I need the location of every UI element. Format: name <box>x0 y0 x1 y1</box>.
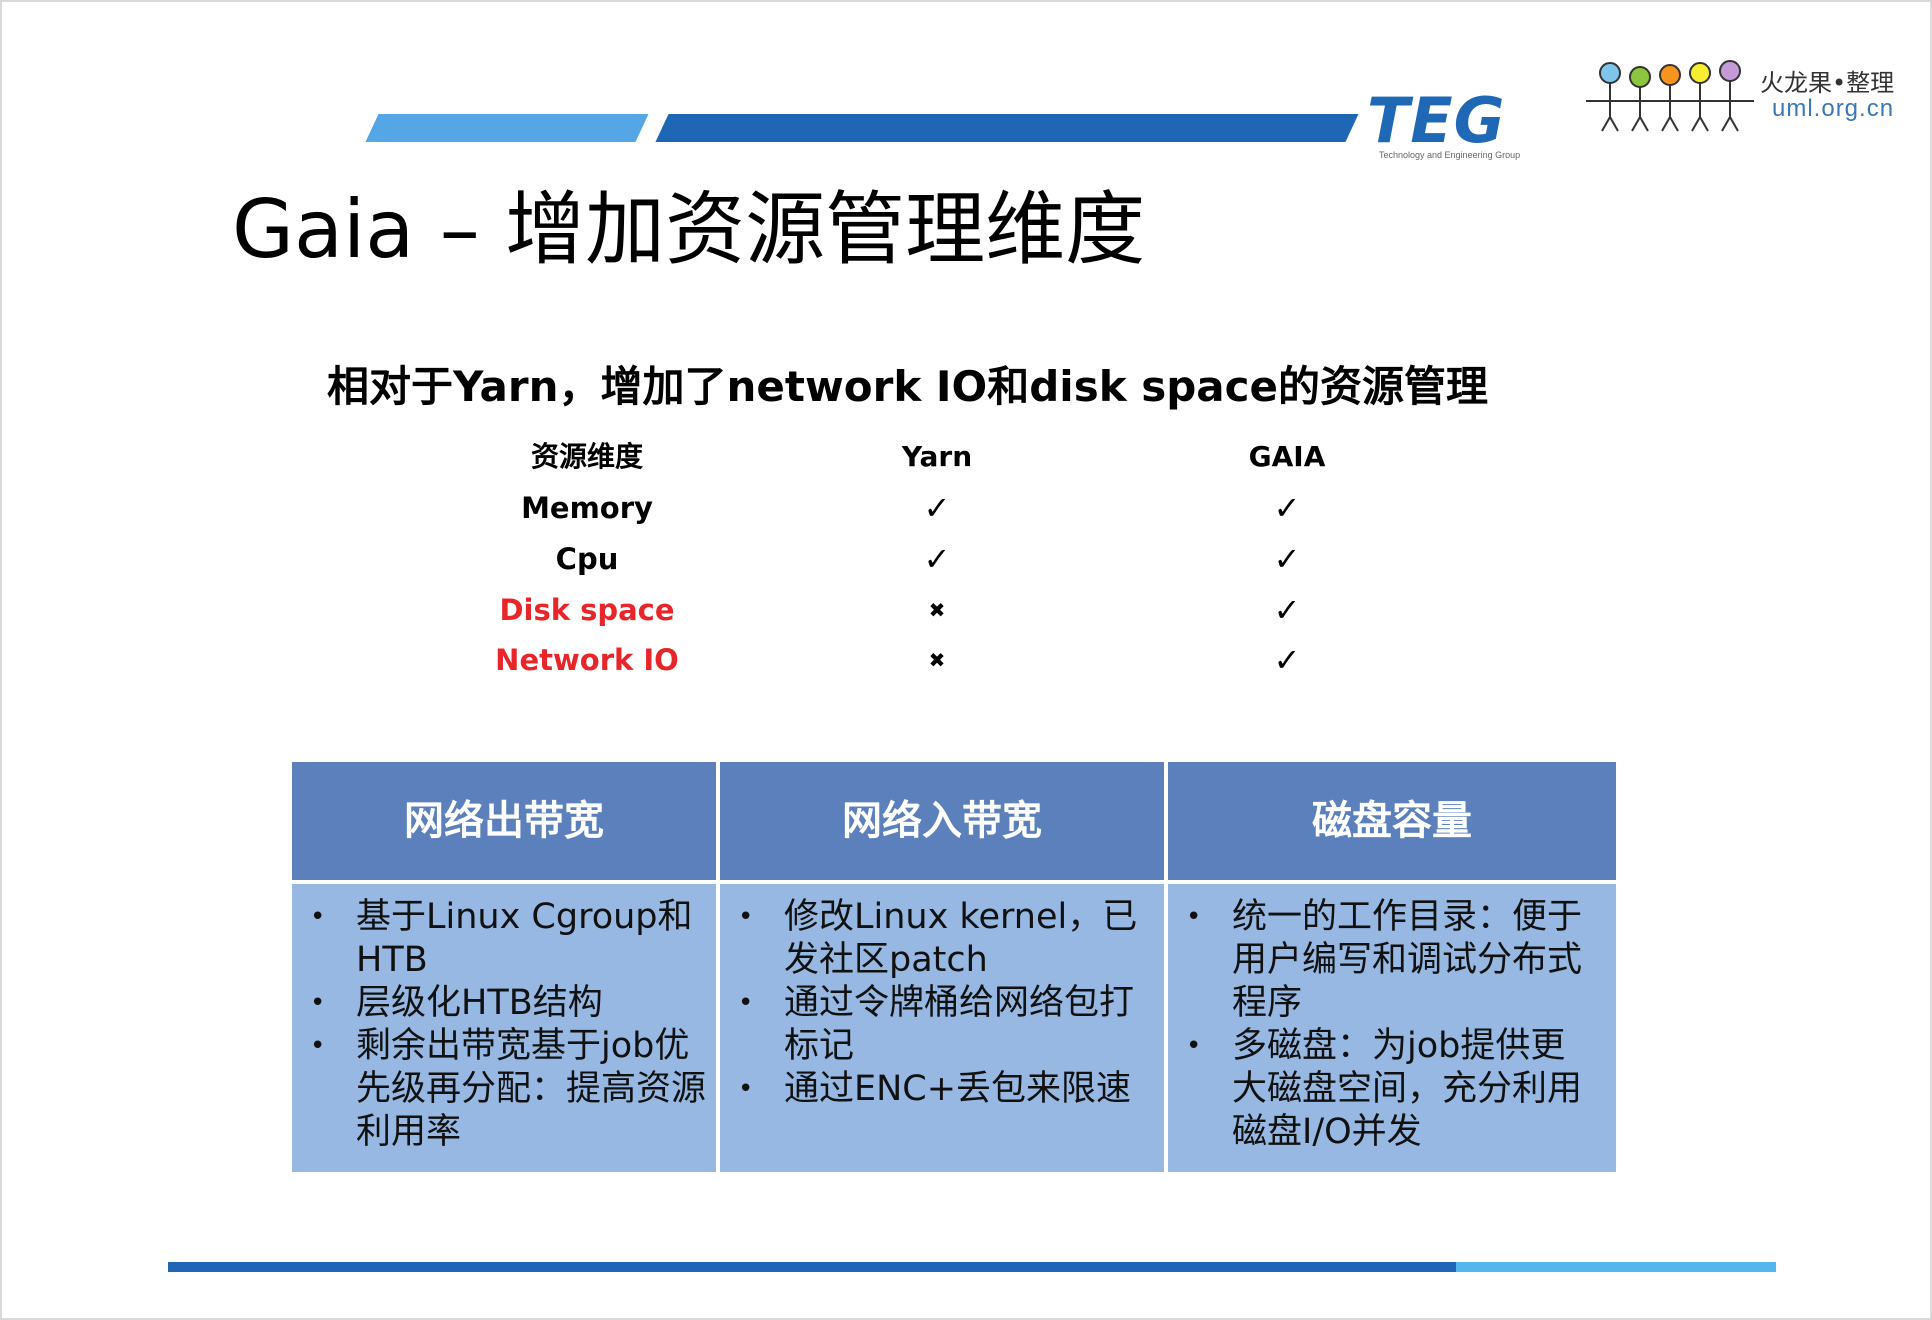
comparison-row-memory: Memory ✓ ✓ <box>2 483 1932 533</box>
header-stripe-light <box>365 114 649 142</box>
gaia-check-icon: ✓ <box>1273 540 1301 578</box>
list-item: • 统一的工作目录：便于 用户编写和调试分布式 程序 <box>1186 897 1583 1023</box>
bullet-icon: • <box>1186 902 1202 932</box>
footer-stripe-dark <box>168 1262 1456 1272</box>
list-item: • 基于Linux Cgroup和 HTB <box>310 897 693 980</box>
list-item: • 通过令牌桶给网络包打 标记 <box>738 983 1135 1066</box>
gaia-check-icon: ✓ <box>1273 591 1301 629</box>
watermark-bottom-text: uml.org.cn <box>1772 95 1895 122</box>
bullet-icon: • <box>738 1074 754 1104</box>
list-item: • 多磁盘：为job提供更 大磁盘空间，充分利用 磁盘I/O并发 <box>1186 1026 1583 1152</box>
list-item: • 通过ENC+丢包来限速 <box>738 1069 1132 1109</box>
comparison-header-yarn: Yarn <box>901 440 973 473</box>
page-title: Gaia – 增加资源管理维度 <box>232 183 1146 276</box>
feature-list: • 基于Linux Cgroup和 HTB • 层级化HTB结构 • 剩余出带宽基于jo… <box>292 884 716 1154</box>
yarn-check-icon: ✓ <box>923 489 951 527</box>
teg-logo: TEG Technology and Engineering Group <box>1367 90 1557 162</box>
comparison-row-name: Cpu <box>555 542 619 576</box>
comparison-row-name: Network IO <box>495 643 679 677</box>
footer-stripe-light <box>1456 1262 1776 1272</box>
bullet-icon: • <box>738 988 754 1018</box>
feature-cell-egress-bandwidth: • 基于Linux Cgroup和 HTB • 层级化HTB结构 • 剩余出带宽基于jo… <box>292 884 716 1172</box>
gaia-check-icon: ✓ <box>1273 641 1301 679</box>
list-item: • 剩余出带宽基于job优 先级再分配：提高资源 利用率 <box>310 1026 707 1152</box>
yarn-check-icon: ✓ <box>923 540 951 578</box>
watermark: 火龙果•整理 uml.org.cn <box>1582 57 1912 137</box>
feature-list: • 修改Linux kernel，已 发社区patch • 通过令牌桶给网络包打 标记 … <box>720 884 1164 1111</box>
people-tree-icon <box>1586 60 1754 132</box>
feature-list: • 统一的工作目录：便于 用户编写和调试分布式 程序 • 多磁盘：为job提供更 大磁盘空… <box>1168 884 1616 1154</box>
watermark-top-text: 火龙果•整理 <box>1760 69 1895 97</box>
teg-logo-text: TEG <box>1367 84 1506 157</box>
feature-header-disk-capacity: 磁盘容量 <box>1168 762 1616 880</box>
feature-header-ingress-bandwidth: 网络入带宽 <box>720 762 1164 880</box>
comparison-header-gaia: GAIA <box>1248 440 1326 473</box>
feature-cell-disk-capacity: • 统一的工作目录：便于 用户编写和调试分布式 程序 • 多磁盘：为job提供更 大磁盘空… <box>1168 884 1616 1172</box>
feature-cell-ingress-bandwidth: • 修改Linux kernel，已 发社区patch • 通过令牌桶给网络包打 标记 … <box>720 884 1164 1172</box>
comparison-row-name: Memory <box>521 491 653 525</box>
teg-logo-subtext: Technology and Engineering Group <box>1379 150 1521 160</box>
comparison-row-name: Disk space <box>499 593 675 627</box>
gaia-check-icon: ✓ <box>1273 489 1301 527</box>
list-item: • 层级化HTB结构 <box>310 983 603 1023</box>
header-stripe-dark <box>655 114 1359 142</box>
bullet-icon: • <box>310 902 326 932</box>
bullet-icon: • <box>738 902 754 932</box>
list-item: • 修改Linux kernel，已 发社区patch <box>738 897 1138 980</box>
bullet-icon: • <box>310 1031 326 1061</box>
page-subtitle: 相对于Yarn，增加了network IO和disk space的资源管理 <box>327 362 1489 411</box>
bullet-icon: • <box>1186 1031 1202 1061</box>
feature-table: 网络出带宽 网络入带宽 磁盘容量 • 基于Linux Cgroup和 HTB • 层级… <box>292 762 1616 1172</box>
comparison-header-dimension: 资源维度 <box>530 440 643 473</box>
comparison-row-disk-space: Disk space ✖ ✓ <box>2 585 1932 635</box>
yarn-cross-icon: ✖ <box>928 648 946 672</box>
bullet-icon: • <box>310 988 326 1018</box>
comparison-row-cpu: Cpu ✓ ✓ <box>2 534 1932 584</box>
slide: TEG Technology and Engineering Group 火龙果… <box>0 0 1932 1320</box>
comparison-header-row: 资源维度 Yarn GAIA <box>2 432 1932 482</box>
comparison-row-network-io: Network IO ✖ ✓ <box>2 635 1932 685</box>
feature-header-egress-bandwidth: 网络出带宽 <box>292 762 716 880</box>
yarn-cross-icon: ✖ <box>928 598 946 622</box>
